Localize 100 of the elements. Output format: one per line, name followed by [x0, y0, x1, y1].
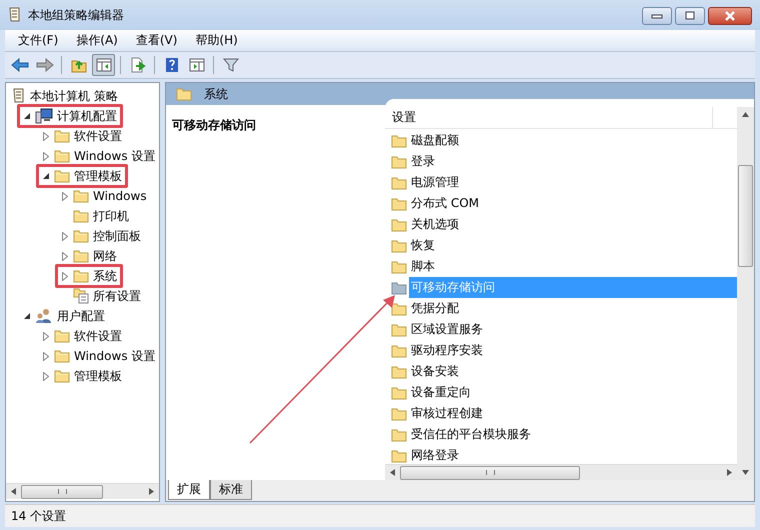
folder-icon — [391, 428, 407, 442]
collapsed-icon[interactable] — [43, 372, 49, 380]
maximize-icon — [684, 11, 696, 21]
list-item[interactable]: 脚本 — [409, 256, 737, 277]
export-icon — [130, 57, 146, 73]
tree-item[interactable]: 软件设置 — [74, 328, 122, 344]
expanded-icon[interactable] — [24, 112, 30, 120]
menu-item[interactable]: 查看(V) — [126, 32, 186, 49]
folder-icon — [391, 238, 407, 252]
horizontal-scrollbar[interactable] — [385, 464, 737, 480]
minimize-icon — [651, 13, 663, 19]
list-item[interactable]: 驱动程序安装 — [409, 340, 737, 361]
list-item[interactable]: 设备重定向 — [409, 382, 737, 403]
tree-item[interactable]: Windows — [93, 189, 147, 203]
collapsed-icon[interactable] — [62, 232, 68, 240]
close-button[interactable] — [708, 7, 752, 25]
view-tab[interactable]: 扩展 — [168, 480, 210, 500]
menu-item[interactable]: 操作(A) — [67, 32, 127, 49]
up-arrow-icon[interactable] — [742, 112, 749, 117]
minimize-button[interactable] — [642, 7, 672, 25]
menu-item[interactable]: 帮助(H) — [186, 32, 247, 49]
list-item[interactable]: 设备安装 — [409, 361, 737, 382]
scrollbar-thumb[interactable] — [738, 165, 753, 267]
computer-icon — [35, 108, 53, 124]
expanded-icon[interactable] — [24, 312, 30, 320]
folder-icon — [391, 386, 407, 400]
right-arrow-icon[interactable] — [149, 488, 154, 495]
maximize-button[interactable] — [675, 7, 705, 25]
down-arrow-icon[interactable] — [742, 470, 749, 475]
tree-item[interactable]: 计算机配置 — [57, 108, 117, 124]
folder-icon — [73, 269, 89, 283]
collapsed-icon[interactable] — [43, 352, 49, 360]
list-item[interactable]: 关机选项 — [409, 214, 737, 235]
horizontal-scrollbar[interactable] — [6, 483, 159, 499]
column-header[interactable]: 设置 — [385, 107, 713, 128]
folder-icon — [73, 229, 89, 243]
policy-icon — [8, 7, 22, 23]
folder-icon — [54, 149, 70, 163]
tree-item[interactable]: Windows 设置 — [74, 148, 156, 164]
folder-icon — [391, 322, 407, 336]
folder-icon — [176, 87, 192, 101]
folder-icon — [391, 260, 407, 274]
list-item[interactable]: 区域设置服务 — [409, 319, 737, 340]
list-item[interactable]: 网络登录 — [409, 445, 737, 464]
tree-item[interactable]: Windows 设置 — [74, 348, 156, 364]
tree-item[interactable]: 本地计算机 策略 — [30, 88, 118, 104]
folder-icon — [391, 176, 407, 190]
menu-item[interactable]: 文件(F) — [9, 32, 68, 49]
users-icon — [35, 308, 53, 324]
list-item[interactable]: 磁盘配额 — [409, 130, 737, 151]
settings-list-icon — [73, 288, 89, 304]
folder-icon — [391, 154, 407, 168]
folder-icon — [391, 302, 407, 316]
collapsed-icon[interactable] — [43, 332, 49, 340]
toolbar-button[interactable] — [92, 54, 115, 76]
close-icon — [723, 11, 737, 21]
tree-item[interactable]: 打印机 — [93, 208, 129, 224]
collapsed-icon[interactable] — [43, 152, 49, 160]
vertical-scrollbar[interactable] — [737, 107, 754, 480]
tree-item[interactable]: 软件设置 — [74, 128, 122, 144]
left-arrow-icon[interactable] — [390, 469, 395, 476]
right-arrow-icon[interactable] — [727, 469, 732, 476]
folder-icon — [54, 169, 70, 183]
folder-icon — [54, 129, 70, 143]
collapsed-icon[interactable] — [43, 132, 49, 140]
folder-icon — [391, 364, 407, 378]
folder-icon — [391, 344, 407, 358]
list-item[interactable]: 分布式 COM — [409, 193, 737, 214]
tree-item[interactable]: 控制面板 — [93, 228, 141, 244]
list-item[interactable]: 电源管理 — [409, 172, 737, 193]
tree-item[interactable]: 管理模板 — [74, 368, 122, 384]
folder-icon — [73, 209, 89, 223]
folder-icon — [54, 369, 70, 383]
help-icon — [164, 57, 178, 73]
policy-icon — [12, 88, 26, 104]
status-text: 14 个设置 — [11, 508, 66, 524]
folder-icon — [391, 218, 407, 232]
list-item[interactable]: 恢复 — [409, 235, 737, 256]
collapsed-icon[interactable] — [62, 192, 68, 200]
folder-icon — [391, 280, 407, 294]
collapsed-icon[interactable] — [62, 252, 68, 260]
view-tab[interactable]: 标准 — [210, 480, 252, 500]
tree-item[interactable]: 管理模板 — [74, 168, 122, 184]
tree-item[interactable]: 网络 — [93, 248, 117, 264]
collapsed-icon[interactable] — [62, 272, 68, 280]
description-title: 可移动存储访问 — [172, 118, 256, 132]
folder-icon — [391, 196, 407, 210]
folder-icon — [391, 134, 407, 148]
filter-icon — [222, 57, 238, 73]
list-item[interactable]: 凭据分配 — [409, 298, 737, 319]
list-item[interactable]: 受信任的平台模块服务 — [409, 424, 737, 445]
tree-item[interactable]: 用户配置 — [57, 308, 105, 324]
list-item[interactable]: 登录 — [409, 151, 737, 172]
folder-icon — [391, 406, 407, 420]
panel-title: 系统 — [204, 86, 228, 102]
tree-item[interactable]: 所有设置 — [93, 288, 141, 304]
expanded-icon[interactable] — [42, 172, 50, 180]
left-arrow-icon[interactable] — [11, 488, 16, 495]
list-item[interactable]: 审核过程创建 — [409, 403, 737, 424]
tree-item[interactable]: 系统 — [93, 268, 117, 284]
